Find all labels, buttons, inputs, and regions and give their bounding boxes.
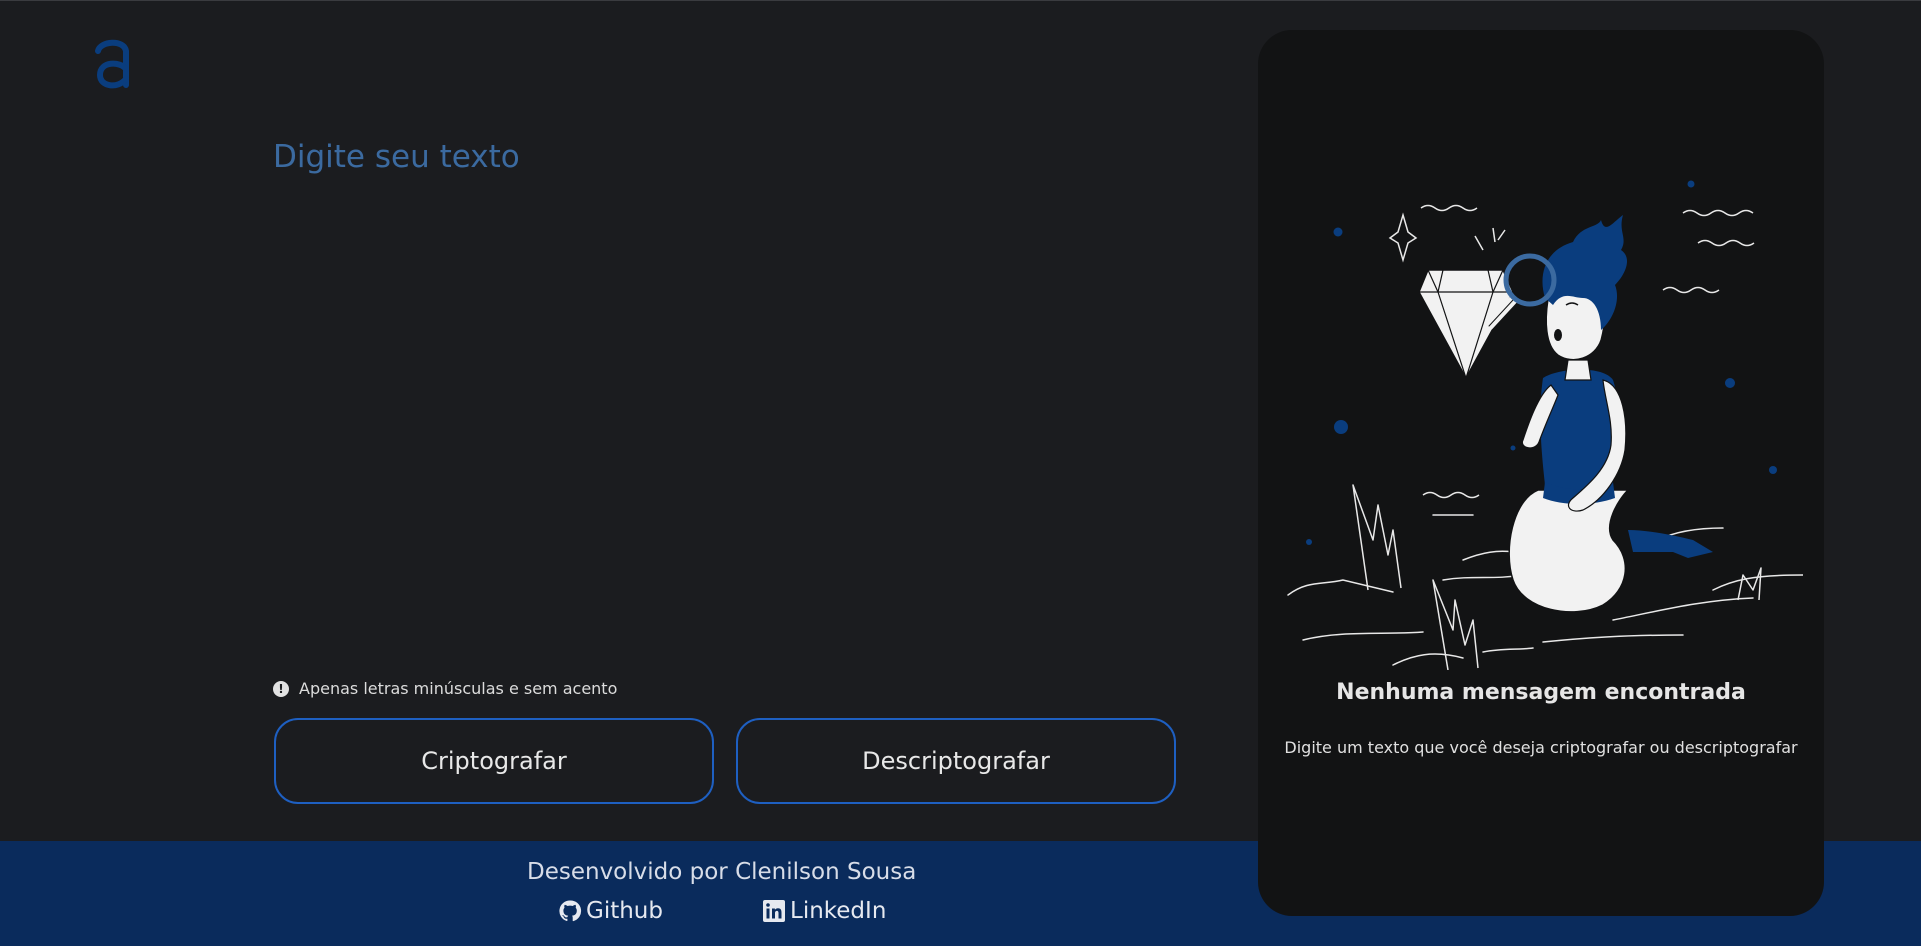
decrypt-button[interactable]: Descriptografar	[736, 718, 1176, 804]
input-hint: ! Apenas letras minúsculas e sem acento	[273, 679, 617, 698]
empty-state-description: Digite um texto que você deseja criptogr…	[1284, 738, 1798, 757]
github-icon	[559, 900, 582, 922]
footer-credit: Desenvolvido por Clenilson Sousa	[527, 859, 917, 885]
hint-text: Apenas letras minúsculas e sem acento	[299, 679, 618, 698]
page: ! Apenas letras minúsculas e sem acento …	[0, 0, 1921, 946]
exclamation-circle-icon: !	[273, 680, 289, 697]
alura-logo-icon	[95, 39, 129, 89]
github-link[interactable]: Github	[558, 898, 663, 924]
linkedin-link-label: LinkedIn	[790, 898, 887, 924]
linkedin-link[interactable]: LinkedIn	[762, 898, 886, 924]
output-panel: Nenhuma mensagem encontrada Digite um te…	[1258, 30, 1824, 916]
empty-state-title: Nenhuma mensagem encontrada	[1336, 680, 1746, 705]
encrypt-button[interactable]: Criptografar	[274, 718, 714, 804]
message-input[interactable]	[273, 139, 1173, 659]
linkedin-icon	[763, 900, 785, 922]
person-with-magnifying-glass-illustration	[1287, 180, 1803, 670]
github-link-label: Github	[586, 898, 663, 924]
